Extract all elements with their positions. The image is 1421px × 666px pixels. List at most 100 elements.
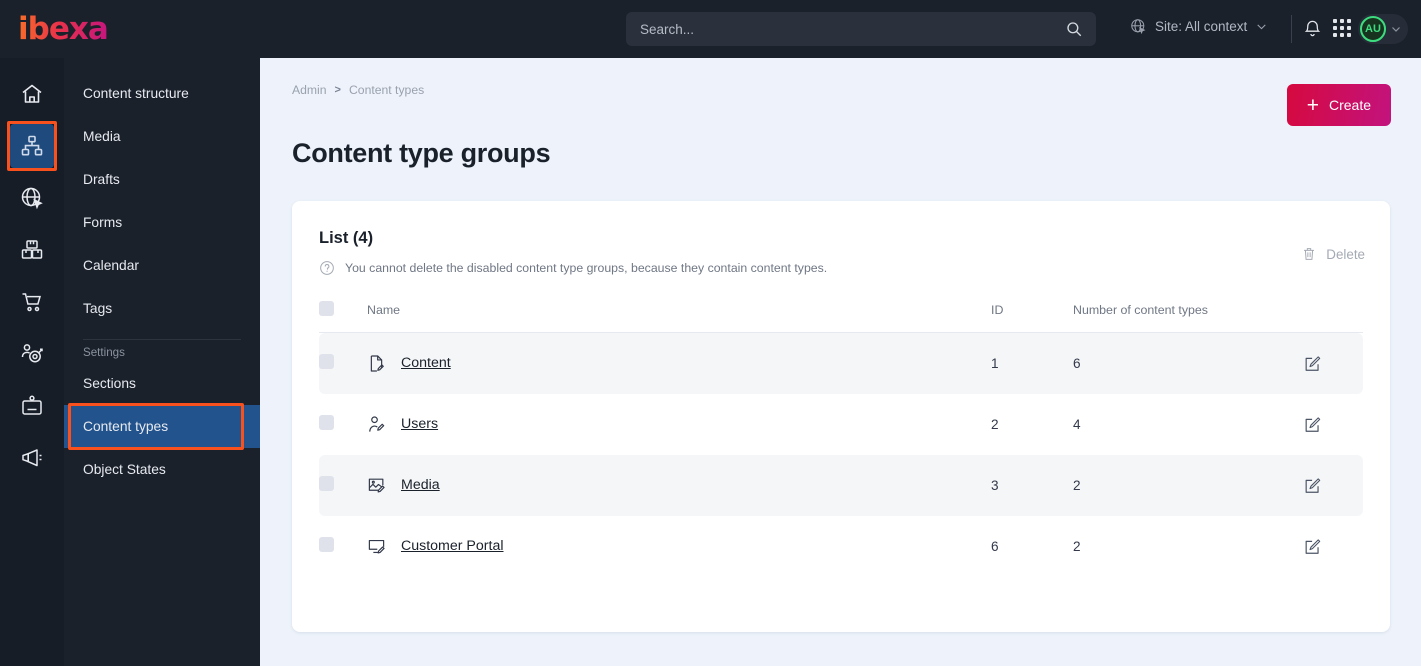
table-row[interactable]: Customer Portal 6 2 <box>319 516 1363 577</box>
edit-row-button[interactable] <box>1303 354 1322 373</box>
list-note-text: You cannot delete the disabled content t… <box>345 261 828 275</box>
row-name-cell: Media <box>367 454 991 516</box>
list-note: You cannot delete the disabled content t… <box>319 260 827 276</box>
admin-page: ibexa Site: All context <box>0 0 1421 666</box>
breadcrumb-separator: > <box>334 84 341 96</box>
row-select-cell <box>319 516 367 577</box>
breadcrumb-current: Content types <box>348 83 425 97</box>
create-button[interactable]: + Create <box>1286 84 1391 126</box>
select-all-checkbox[interactable] <box>319 301 334 316</box>
sidebar-item-object-states[interactable]: Object States <box>64 448 260 491</box>
sidebar-item-content-structure[interactable]: Content structure <box>64 72 260 115</box>
sidebar-section-label: Settings <box>83 346 125 359</box>
row-actions-cell <box>1303 332 1363 394</box>
row-checkbox[interactable] <box>319 537 334 552</box>
rail-item-personalization[interactable] <box>10 332 54 376</box>
sidebar-item-drafts[interactable]: Drafts <box>64 158 260 201</box>
search-icon[interactable] <box>1065 20 1083 38</box>
rail-item-product-catalog[interactable] <box>10 228 54 272</box>
table-header-row: Name ID Number of content types <box>319 301 1363 333</box>
image-edit-icon <box>367 476 386 495</box>
plus-icon: + <box>1306 93 1319 117</box>
row-count-cell: 6 <box>1073 332 1303 394</box>
table-body: Content 1 6 Users 2 4 Media 3 2 Customer… <box>319 332 1363 577</box>
rail-item-customers[interactable] <box>10 384 54 428</box>
sidebar-item-calendar[interactable]: Calendar <box>64 244 260 287</box>
sidebar-item-label: Media <box>83 129 121 144</box>
sidebar-item-label: Content types <box>83 419 169 434</box>
row-id-cell: 2 <box>991 416 999 432</box>
row-checkbox[interactable] <box>319 415 334 430</box>
globe-icon <box>1130 18 1147 35</box>
search-field[interactable] <box>626 12 1096 46</box>
table-row[interactable]: Content 1 6 <box>319 332 1363 394</box>
sidebar-item-content-types[interactable]: Content types <box>64 403 260 450</box>
sidebar-item-tags[interactable]: Tags <box>64 287 260 330</box>
row-name-cell: Customer Portal <box>367 516 991 577</box>
trash-icon <box>1301 246 1317 262</box>
edit-row-button[interactable] <box>1303 537 1322 556</box>
site-context-selector[interactable]: Site: All context <box>1130 18 1268 35</box>
chevron-down-icon <box>1390 23 1402 35</box>
delete-button-label: Delete <box>1326 246 1365 262</box>
row-count-cell: 4 <box>1073 416 1081 432</box>
sidebar-item-label: Drafts <box>83 172 120 187</box>
rail-item-commerce[interactable] <box>10 280 54 324</box>
sidebar-item-label: Object States <box>83 462 166 477</box>
app-grid-icon[interactable] <box>1333 19 1351 37</box>
breadcrumb: Admin > Content types <box>292 83 424 97</box>
sidebar-item-label: Calendar <box>83 258 139 273</box>
sidebar-item-media[interactable]: Media <box>64 115 260 158</box>
rail-item-content[interactable] <box>7 121 57 171</box>
ibexa-logo[interactable]: ibexa <box>18 13 109 45</box>
row-name-link[interactable]: Content <box>401 355 451 371</box>
table-row[interactable]: Media 3 2 <box>319 454 1363 516</box>
monitor-edit-icon <box>367 537 386 556</box>
column-count[interactable]: Number of content types <box>1073 301 1303 333</box>
row-count-cell: 2 <box>1073 538 1081 554</box>
row-name-link[interactable]: Customer Portal <box>401 538 504 554</box>
chevron-down-icon <box>1255 20 1268 33</box>
main-content: Admin > Content types + Create Content t… <box>261 58 1421 666</box>
breadcrumb-root[interactable]: Admin <box>292 83 327 97</box>
row-checkbox[interactable] <box>319 476 334 491</box>
user-menu[interactable]: AU <box>1358 14 1408 44</box>
delete-button[interactable]: Delete <box>1301 246 1365 262</box>
column-select <box>319 301 367 333</box>
row-checkbox[interactable] <box>319 354 334 370</box>
sidebar-item-sections[interactable]: Sections <box>64 362 260 405</box>
column-actions <box>1303 301 1363 333</box>
rail-item-site[interactable] <box>10 176 54 220</box>
help-icon <box>319 260 335 276</box>
rail-item-campaigns[interactable] <box>10 436 54 480</box>
column-name[interactable]: Name <box>367 301 991 333</box>
avatar: AU <box>1360 16 1386 42</box>
search-input[interactable] <box>626 21 1065 37</box>
edit-row-button[interactable] <box>1303 415 1322 434</box>
row-select-cell <box>319 394 367 455</box>
icon-rail <box>0 58 64 666</box>
row-count-cell: 2 <box>1073 454 1303 516</box>
sidebar-nav: Content structure Media Drafts Forms Cal… <box>64 58 260 666</box>
row-name-link[interactable]: Media <box>401 477 440 493</box>
row-name-cell: Content <box>367 332 991 394</box>
notifications-bell-icon[interactable] <box>1303 19 1322 38</box>
file-edit-icon <box>367 354 386 373</box>
sidebar-item-label: Sections <box>83 376 136 391</box>
sidebar-item-forms[interactable]: Forms <box>64 201 260 244</box>
column-id[interactable]: ID <box>991 301 1073 333</box>
edit-row-button[interactable] <box>1303 476 1322 495</box>
row-name-link[interactable]: Users <box>401 416 438 432</box>
content-type-groups-card: List (4) You cannot delete the disabled … <box>292 201 1390 632</box>
row-select-cell <box>319 332 367 394</box>
sidebar-item-label: Content structure <box>83 86 189 101</box>
row-actions-cell <box>1303 454 1363 516</box>
content-type-groups-table: Name ID Number of content types Content … <box>319 301 1363 577</box>
user-edit-icon <box>367 415 386 434</box>
rail-item-dashboard[interactable] <box>10 72 54 116</box>
page-title: Content type groups <box>292 138 551 168</box>
row-select-cell <box>319 454 367 516</box>
table-row[interactable]: Users 2 4 <box>319 394 1363 455</box>
create-button-label: Create <box>1328 97 1371 113</box>
row-id-cell: 1 <box>991 332 1073 394</box>
